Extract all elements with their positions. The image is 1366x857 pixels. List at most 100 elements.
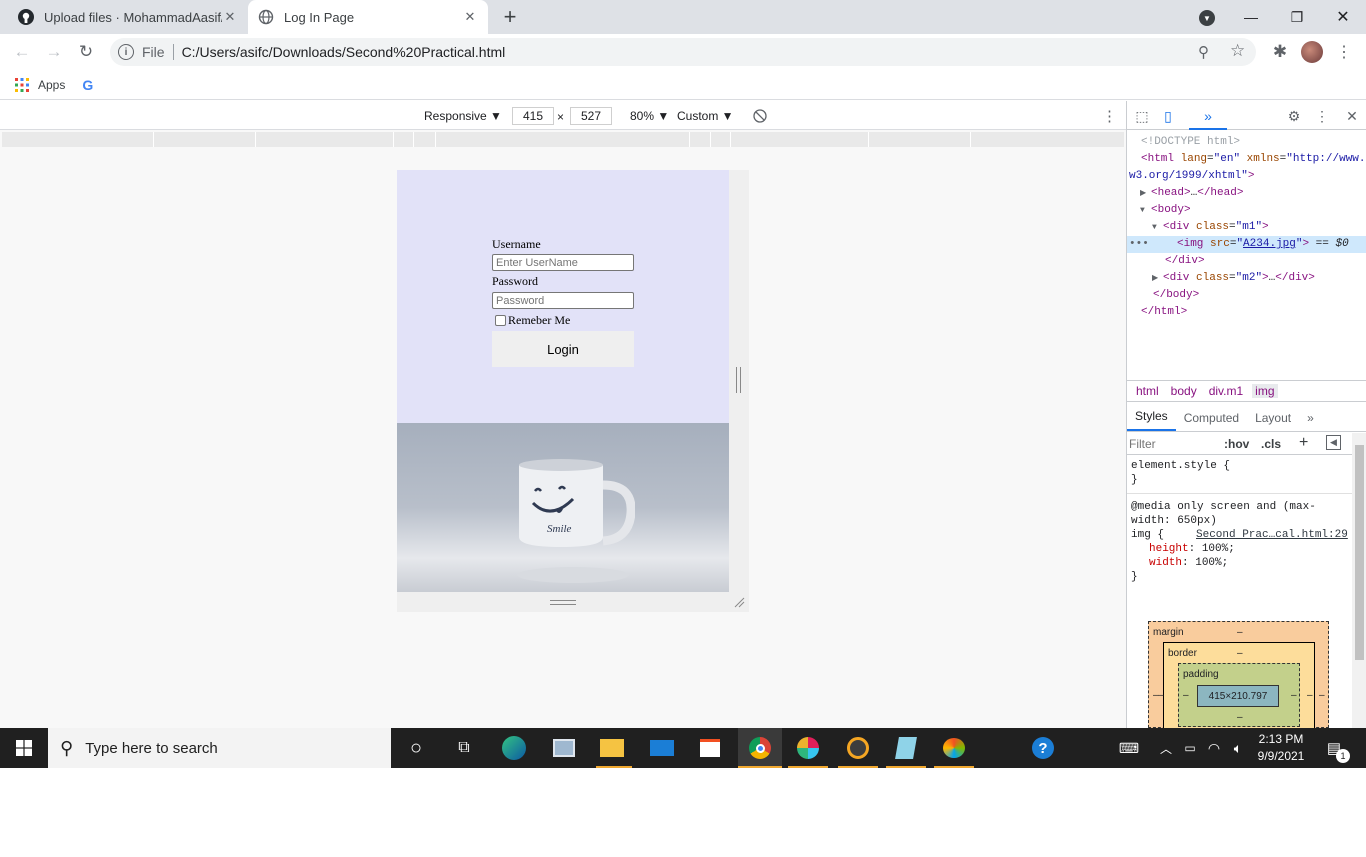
node-actions-icon[interactable]: ••• [1129,236,1149,253]
border-top-value[interactable]: – [1237,648,1243,659]
restore-button[interactable]: ❐ [1274,0,1320,34]
mail-icon[interactable] [646,732,678,764]
close-icon[interactable]: ✕ [1343,107,1361,125]
close-icon[interactable]: ✕ [462,9,478,25]
media-player-icon[interactable] [842,732,874,764]
zoom-icon[interactable]: ⚲ [1198,43,1209,61]
tab-log-in-page[interactable]: Log In Page ✕ [248,0,488,34]
info-icon[interactable]: i [118,44,134,60]
url-text[interactable]: C:/Users/asifc/Downloads/Second%20Practi… [182,44,506,60]
dom-node[interactable]: ▼ <div class="m1"> [1127,219,1366,236]
tab-more[interactable]: » [1299,411,1322,431]
dom-node[interactable]: ▼ <body> [1127,202,1366,219]
dom-node[interactable]: </html> [1127,304,1366,321]
forward-button[interactable]: → [40,38,68,66]
hov-button[interactable]: :hov [1224,437,1249,451]
username-input[interactable] [492,254,634,271]
login-button[interactable]: Login [492,331,634,367]
resize-handle-bottom[interactable] [550,600,576,605]
border-right-value[interactable]: – [1307,690,1313,701]
more-icon[interactable]: ⋮ [1313,107,1331,125]
rule-selector[interactable]: img { [1131,529,1164,541]
media-query-bar[interactable] [2,132,1124,147]
dom-node[interactable]: ••• <img src="A234.jpg"> == $0 [1127,236,1366,253]
element-style-rule[interactable]: element.style { [1131,459,1351,473]
border-left-value[interactable]: – [1158,690,1164,701]
rotate-icon[interactable] [753,109,767,123]
slack-icon[interactable] [792,732,824,764]
star-icon[interactable]: ☆ [1230,41,1245,61]
toggle-sidebar-icon[interactable]: ◀ [1326,435,1341,450]
add-rule-icon[interactable]: + [1299,434,1308,452]
dom-node[interactable]: <!DOCTYPE html> [1127,134,1366,151]
height-input[interactable]: 527 [570,107,612,125]
dom-node[interactable]: w3.org/1999/xhtml"> [1127,168,1366,185]
notepad-icon[interactable] [890,732,922,764]
volume-icon[interactable]: 🔈︎ [1222,732,1254,764]
dom-node[interactable]: </div> [1127,253,1366,270]
scrollbar-thumb[interactable] [1355,445,1364,660]
windows-start-icon[interactable] [16,740,32,756]
more-tabs-icon[interactable]: » [1199,107,1217,125]
val-width[interactable]: 100%; [1195,557,1228,569]
chrome-icon[interactable] [738,728,782,768]
resize-handle-right[interactable] [736,367,741,393]
padding-bottom-value[interactable]: – [1237,712,1243,723]
minimize-button[interactable]: — [1228,0,1274,34]
edge-icon[interactable] [498,732,530,764]
styles-scrollbar[interactable] [1352,433,1366,728]
photos-icon[interactable] [548,732,580,764]
more-options-icon[interactable]: ⋮ [1102,107,1117,125]
breadcrumb-body[interactable]: body [1168,384,1200,398]
prop-height[interactable]: height [1149,543,1189,555]
back-button[interactable]: ← [8,38,36,66]
settings-icon[interactable]: ⚙ [1285,107,1303,125]
help-icon[interactable]: ? [1027,732,1059,764]
device-select[interactable]: Responsive ▼ [424,109,502,123]
avatar[interactable] [1301,41,1323,63]
remember-checkbox[interactable] [495,315,506,326]
close-icon[interactable]: ✕ [222,9,238,25]
new-tab-button[interactable]: + [498,4,522,29]
breadcrumb-img[interactable]: img [1252,384,1278,398]
dom-node[interactable]: </body> [1127,287,1366,304]
password-input[interactable] [492,292,634,309]
store-icon[interactable] [694,732,726,764]
zoom-select[interactable]: 80% ▼ [630,109,669,123]
expand-arrow-right-icon[interactable]: ▶ [1140,185,1146,202]
inspect-icon[interactable]: ⬚ [1133,107,1151,125]
device-toggle-icon[interactable]: ▯ [1159,107,1177,125]
expand-arrow-down-icon[interactable]: ▼ [1140,202,1145,219]
val-height[interactable]: 100%; [1202,543,1235,555]
expand-arrow-down-icon[interactable]: ▼ [1152,219,1157,236]
google-icon[interactable]: G [82,77,93,93]
breadcrumb-div-m1[interactable]: div.m1 [1206,384,1246,398]
extensions-icon[interactable]: ✱ [1266,38,1294,66]
throttle-select[interactable]: Custom ▼ [677,109,734,123]
width-input[interactable]: 415 [512,107,554,125]
address-bar[interactable]: i File C:/Users/asifc/Downloads/Second%2… [110,38,1256,66]
source-link[interactable]: Second Prac…cal.html:29 [1196,528,1348,542]
tab-upload-files[interactable]: Upload files · MohammadAasif/L ✕ [8,0,248,34]
task-view-icon[interactable]: ⧉ [448,732,480,764]
dom-node[interactable]: ▶ <div class="m2">…</div> [1127,270,1366,287]
taskbar-search[interactable]: ⚲ Type here to search [48,728,391,768]
keyboard-icon[interactable]: ⌨ [1113,732,1145,764]
filter-input[interactable] [1129,435,1213,453]
tab-styles[interactable]: Styles [1127,409,1176,431]
dom-node[interactable]: <html lang="en" xmlns="http://www. [1127,151,1366,168]
padding-left-value[interactable]: – [1183,690,1189,701]
margin-top-value[interactable]: – [1237,627,1243,638]
reload-button[interactable]: ↻ [72,38,100,66]
file-explorer-icon[interactable] [596,732,628,764]
menu-icon[interactable]: ⋮ [1330,38,1358,66]
cortana-icon[interactable]: ○ [400,732,432,764]
breadcrumb-html[interactable]: html [1133,384,1162,398]
prop-width[interactable]: width [1149,557,1182,569]
cls-button[interactable]: .cls [1261,437,1281,451]
tab-layout[interactable]: Layout [1247,411,1299,431]
apps-link[interactable]: Apps [38,78,65,92]
tab-search-icon[interactable]: ▼ [1199,10,1215,26]
apps-icon[interactable] [15,77,29,92]
clock[interactable]: 2:13 PM 9/9/2021 [1252,731,1310,765]
